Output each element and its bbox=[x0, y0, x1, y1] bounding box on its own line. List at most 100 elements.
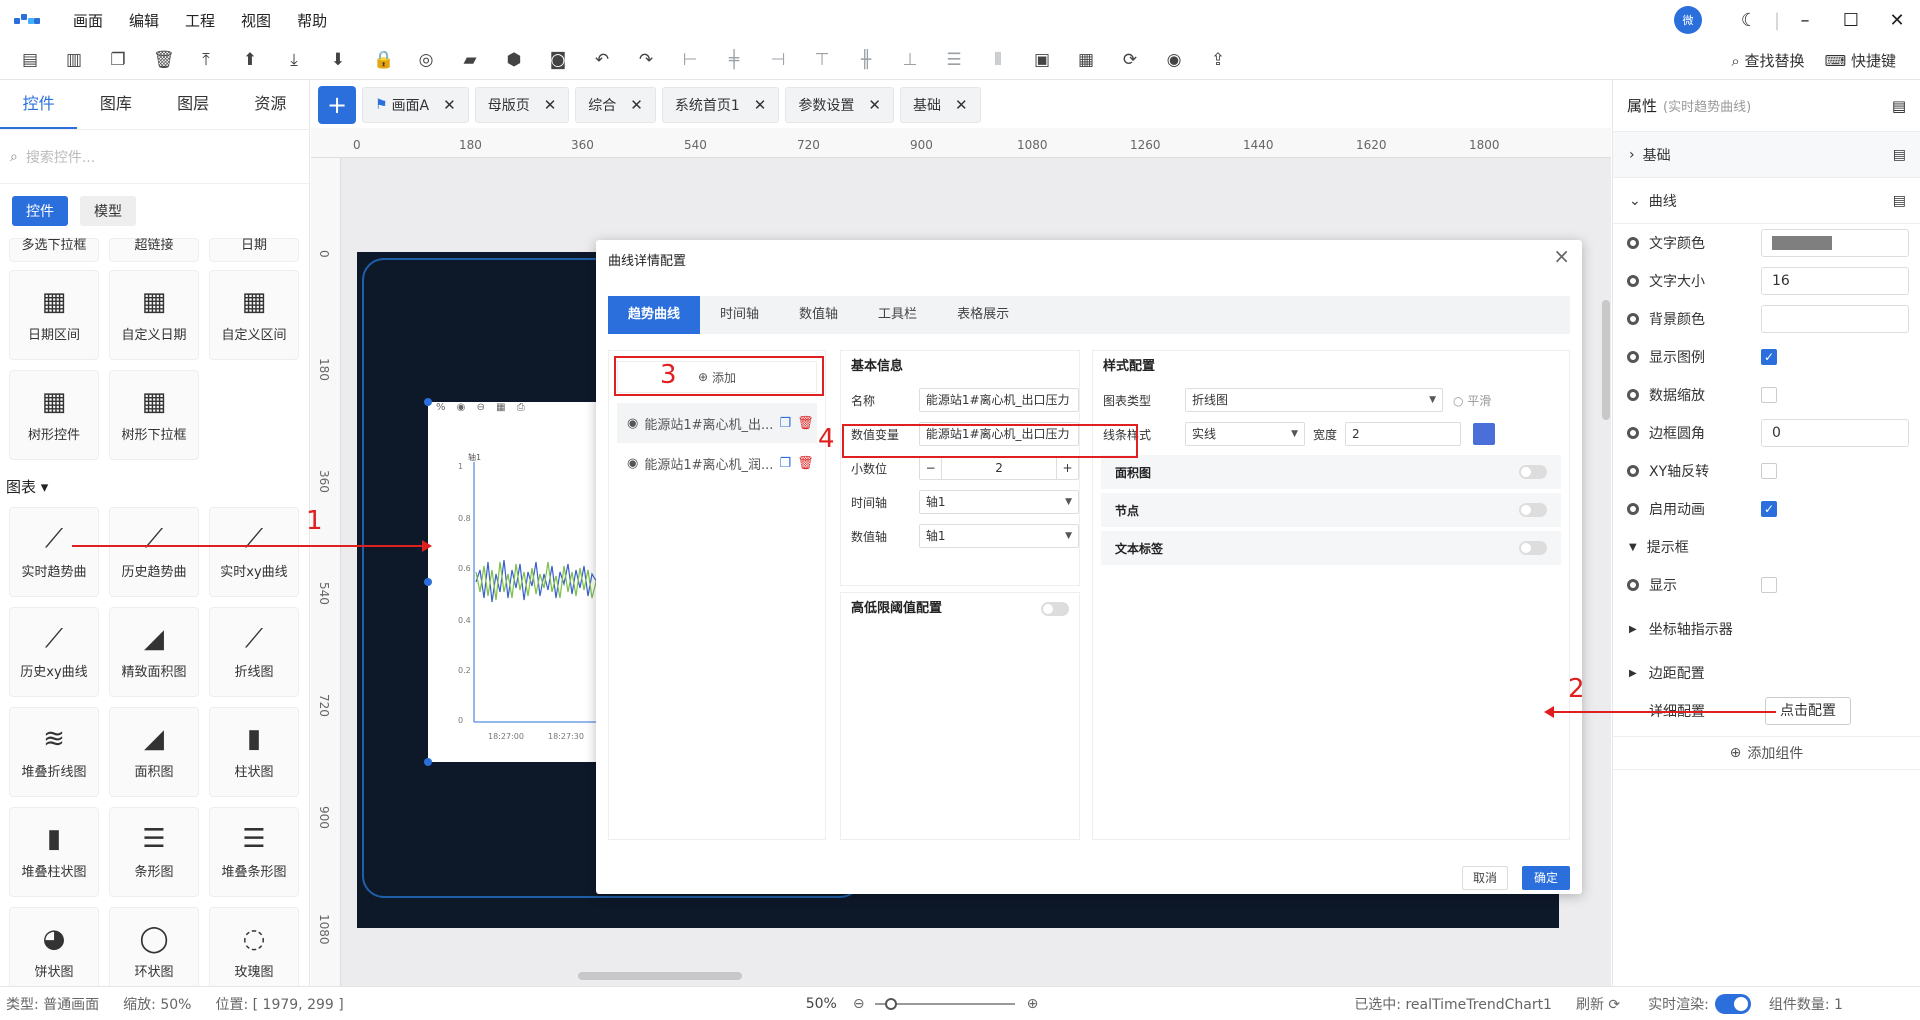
axis-indicator-section[interactable]: ▶ 坐标轴指示器 bbox=[1613, 610, 1920, 648]
control-realtime-xy[interactable]: ⟋ 实时xy曲线 bbox=[209, 507, 299, 597]
redo-button[interactable]: ↷ bbox=[624, 45, 668, 75]
control-realtime-trend[interactable]: ⟋ 实时趋势曲 bbox=[9, 507, 99, 597]
hide-button[interactable]: ◎ bbox=[404, 45, 448, 75]
radio-icon[interactable] bbox=[1627, 275, 1639, 287]
align-right-button[interactable]: ⊣ bbox=[756, 45, 800, 75]
radio-icon[interactable] bbox=[1627, 313, 1639, 325]
publish-button[interactable]: ⇪ bbox=[1196, 45, 1240, 75]
subtab-controls[interactable]: 控件 bbox=[12, 196, 68, 226]
control-tree-select[interactable]: ▦ 树形下拉框 bbox=[109, 370, 199, 460]
zoom-slider-thumb[interactable] bbox=[884, 997, 897, 1010]
control-date-range[interactable]: ▦ 日期区间 bbox=[9, 270, 99, 360]
cancel-button[interactable]: 取消 bbox=[1462, 866, 1508, 890]
width-input[interactable]: 2 bbox=[1345, 422, 1462, 446]
decimal-stepper[interactable]: − 2 + bbox=[919, 456, 1079, 480]
control-custom-range[interactable]: ▦ 自定义区间 bbox=[209, 270, 299, 360]
close-icon[interactable]: ✕ bbox=[955, 96, 968, 114]
layout-button[interactable]: ▦ bbox=[1064, 45, 1108, 75]
control-fine-area[interactable]: ◢ 精致面积图 bbox=[109, 607, 199, 697]
tab-gallery[interactable]: 图库 bbox=[77, 80, 154, 129]
add-component-button[interactable]: ⊕ 添加组件 bbox=[1613, 736, 1920, 770]
align-top-button[interactable]: ⊤ bbox=[800, 45, 844, 75]
control-multiselect[interactable]: 多选下拉框 bbox=[9, 238, 99, 262]
close-window-icon[interactable]: ✕ bbox=[1874, 10, 1920, 31]
radio-icon[interactable] bbox=[1627, 427, 1639, 439]
new-tab-button[interactable]: + bbox=[318, 86, 356, 124]
close-icon[interactable]: ✕ bbox=[868, 96, 881, 114]
collapse-icon[interactable]: ▤ bbox=[1892, 97, 1906, 115]
doc-tab-screen-a[interactable]: ⚑ 画面A ✕ bbox=[362, 87, 469, 123]
zoom-in-icon[interactable]: ⊕ bbox=[1027, 996, 1039, 1012]
vertical-scrollbar[interactable] bbox=[1602, 300, 1610, 420]
text-color-input[interactable] bbox=[1761, 229, 1909, 257]
tab-table-display[interactable]: 表格展示 bbox=[937, 296, 1029, 334]
undo-button[interactable]: ↶ bbox=[580, 45, 624, 75]
radio-icon[interactable] bbox=[1627, 237, 1639, 249]
folder-button[interactable]: ▰ bbox=[448, 45, 492, 75]
screenshot-button[interactable]: ◙ bbox=[536, 45, 580, 75]
realtime-toggle[interactable] bbox=[1714, 993, 1751, 1014]
node-toggle[interactable] bbox=[1519, 503, 1547, 517]
control-area-chart[interactable]: ◢ 面积图 bbox=[109, 707, 199, 797]
control-ring-chart[interactable]: ◯ 环状图 bbox=[109, 907, 199, 986]
tooltip-show-checkbox[interactable] bbox=[1761, 577, 1777, 593]
control-tree[interactable]: ▦ 树形控件 bbox=[9, 370, 99, 460]
subtab-models[interactable]: 模型 bbox=[80, 196, 136, 226]
menu-project[interactable]: 工程 bbox=[172, 10, 228, 31]
control-history-xy[interactable]: ⟋ 历史xy曲线 bbox=[9, 607, 99, 697]
confirm-button[interactable]: 确定 bbox=[1522, 866, 1570, 890]
close-icon[interactable]: ✕ bbox=[443, 96, 456, 114]
text-label-toggle[interactable] bbox=[1519, 541, 1547, 555]
menu-edit[interactable]: 编辑 bbox=[116, 10, 172, 31]
control-line-chart[interactable]: ⟋ 折线图 bbox=[209, 607, 299, 697]
detail-config-button[interactable]: 点击配置 bbox=[1765, 697, 1851, 725]
lock-button[interactable]: 🔒 bbox=[360, 45, 404, 75]
doc-tab-general[interactable]: 综合 ✕ bbox=[575, 87, 656, 123]
close-icon[interactable]: ✕ bbox=[754, 96, 767, 114]
control-date[interactable]: 日期 bbox=[209, 238, 299, 262]
dark-mode-icon[interactable]: ☾ bbox=[1726, 10, 1772, 31]
maximize-icon[interactable]: ☐ bbox=[1828, 10, 1874, 31]
section-copy-icon[interactable]: ▤ bbox=[1893, 147, 1906, 163]
shortcuts-button[interactable]: ⌨ 快捷键 bbox=[1825, 50, 1896, 71]
record-button[interactable]: ◉ bbox=[1152, 45, 1196, 75]
tab-trend-curve[interactable]: 趋势曲线 bbox=[608, 296, 701, 334]
eye-icon[interactable]: ◉ bbox=[627, 416, 638, 431]
minus-icon[interactable]: − bbox=[920, 457, 943, 479]
sync-button[interactable]: ⟳ bbox=[1108, 45, 1152, 75]
area-toggle[interactable] bbox=[1519, 465, 1547, 479]
delete-icon[interactable]: 🗑 bbox=[797, 456, 814, 471]
control-history-trend[interactable]: ⟋ 历史趋势曲 bbox=[109, 507, 199, 597]
plus-icon[interactable]: + bbox=[1055, 457, 1078, 479]
selected-trend-chart[interactable]: % ◉ ⊖ ▦ ⎙ 轴1 1 0.8 0.6 0.4 0.2 0 18:27:0… bbox=[424, 398, 598, 766]
distribute-v-button[interactable]: ⦀ bbox=[976, 45, 1020, 75]
smooth-radio[interactable]: ○ 平滑 bbox=[1453, 392, 1491, 409]
tab-resources[interactable]: 资源 bbox=[232, 80, 309, 129]
control-horizontal-bar[interactable]: ☰ 条形图 bbox=[109, 807, 199, 897]
radio-icon[interactable] bbox=[1627, 389, 1639, 401]
send-backward-button[interactable]: ⬇ bbox=[316, 45, 360, 75]
control-pie-chart[interactable]: ◕ 饼状图 bbox=[9, 907, 99, 986]
doc-tab-home[interactable]: 系统首页1 ✕ bbox=[661, 87, 780, 123]
chart-section-header[interactable]: 图表 ▾ bbox=[0, 470, 309, 507]
doc-tab-params[interactable]: 参数设置 ✕ bbox=[785, 87, 894, 123]
bg-color-input[interactable] bbox=[1761, 305, 1909, 333]
zoom-slider[interactable] bbox=[874, 997, 1015, 1010]
send-back-button[interactable]: ⤓ bbox=[272, 45, 316, 75]
delete-icon[interactable]: 🗑 bbox=[797, 416, 814, 431]
close-icon[interactable]: ✕ bbox=[544, 96, 557, 114]
border-radius-input[interactable]: 0 bbox=[1761, 419, 1909, 447]
align-left-button[interactable]: ⊢ bbox=[668, 45, 712, 75]
tab-time-axis[interactable]: 时间轴 bbox=[700, 296, 779, 334]
align-bottom-button[interactable]: ⊥ bbox=[888, 45, 932, 75]
curve-item[interactable]: ◉ 能源站1#离心机_出... ❐ 🗑 bbox=[617, 403, 817, 443]
threshold-toggle[interactable] bbox=[1041, 602, 1069, 616]
resize-handle[interactable] bbox=[424, 758, 432, 766]
doc-tab-basic[interactable]: 基础 ✕ bbox=[899, 87, 981, 123]
align-middle-button[interactable]: ╫ bbox=[844, 45, 888, 75]
menu-view[interactable]: 视图 bbox=[228, 10, 284, 31]
show-legend-checkbox[interactable]: ✓ bbox=[1761, 349, 1777, 365]
control-stacked-line[interactable]: ≋ 堆叠折线图 bbox=[9, 707, 99, 797]
zoom-out-icon[interactable]: ⊖ bbox=[853, 996, 865, 1012]
control-search-input[interactable]: ⌕ 搜索控件... bbox=[0, 130, 309, 184]
